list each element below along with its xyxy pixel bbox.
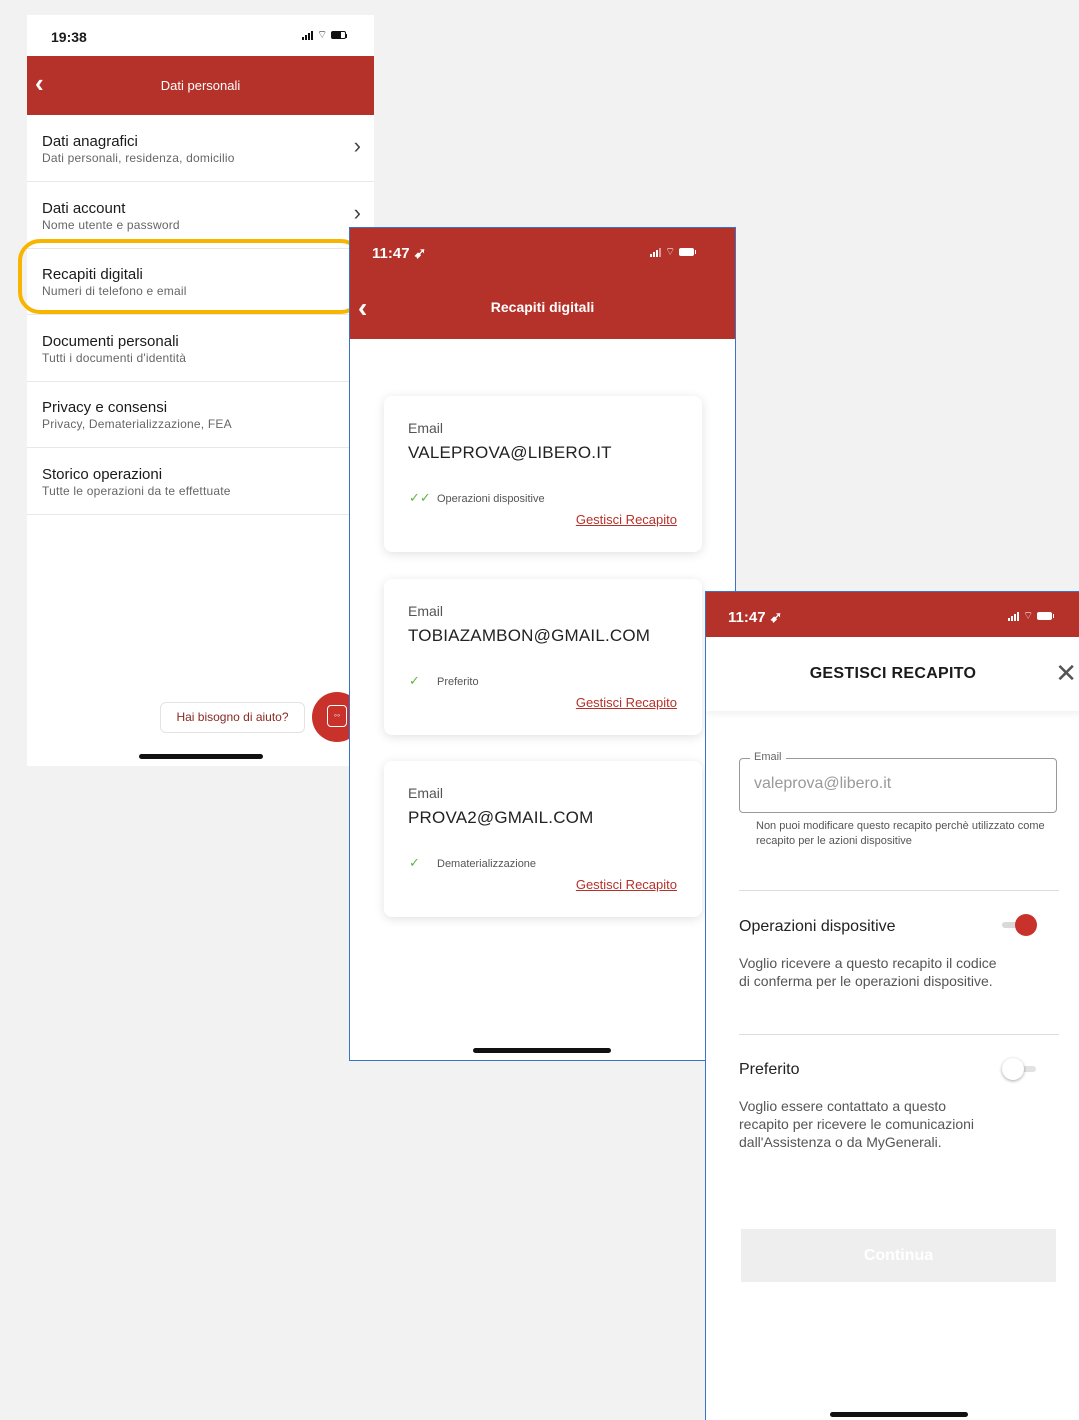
- home-indicator: [139, 754, 263, 759]
- wifi-icon: ⌔: [665, 246, 676, 258]
- nav-bar: 11:47 ➹ ⌔ ‹ Recapiti digitali: [350, 228, 735, 339]
- chevron-right-icon: ›: [353, 200, 361, 225]
- check-icon: ✓✓: [409, 490, 431, 505]
- card-tag: Operazioni dispositive: [437, 493, 545, 505]
- option-description: Voglio essere contattato a questo recapi…: [739, 1098, 974, 1150]
- chatbot-icon: ◦◦: [327, 705, 347, 727]
- status-time: 19:38: [51, 29, 87, 45]
- status-time: 11:47 ➹: [728, 609, 783, 626]
- contact-card: Email TOBIAZAMBON@GMAIL.COM ✓ Preferito …: [384, 579, 702, 735]
- menu-item-storico-operazioni[interactable]: Storico operazioni Tutte le operazioni d…: [27, 448, 374, 515]
- option-title: Preferito: [739, 1061, 800, 1078]
- contact-card: Email VALEPROVA@LIBERO.IT ✓✓ Operazioni …: [384, 396, 702, 552]
- manage-contact-link[interactable]: Gestisci Recapito: [576, 695, 677, 710]
- menu-item-title: Privacy e consensi: [42, 399, 168, 416]
- close-icon[interactable]: ✕: [1055, 660, 1077, 686]
- option-description: Voglio ricevere a questo recapito il cod…: [739, 955, 997, 989]
- wifi-icon: ⌔: [317, 29, 328, 41]
- email-hint: Non puoi modificare questo recapito perc…: [756, 820, 1045, 847]
- email-field[interactable]: Email: [739, 751, 1057, 813]
- wifi-icon: ⌔: [1023, 610, 1034, 622]
- option-title: Operazioni dispositive: [739, 918, 896, 935]
- card-label: Email: [408, 420, 444, 436]
- modal-title: GESTISCI RECAPITO: [809, 665, 977, 682]
- divider: [739, 890, 1059, 891]
- status-icons: ⌔: [650, 246, 697, 258]
- menu-item-subtitle: Dati personali, residenza, domicilio: [42, 151, 235, 165]
- card-email: PROVA2@GMAIL.COM: [408, 808, 594, 827]
- status-icons: ⌔: [302, 29, 348, 41]
- menu-item-title: Dati account: [42, 200, 126, 217]
- menu-item-subtitle: Tutte le operazioni da te effettuate: [42, 484, 231, 498]
- personal-data-screen: 19:38 ⌔ ‹ Dati personali Dati anagrafici…: [27, 15, 374, 766]
- menu-item-documenti-personali[interactable]: Documenti personali Tutti i documenti d'…: [27, 315, 374, 382]
- help-button[interactable]: Hai bisogno di aiuto?: [160, 702, 305, 733]
- contact-card: Email PROVA2@GMAIL.COM ✓ Dematerializzaz…: [384, 761, 702, 917]
- email-field-label: Email: [750, 751, 786, 763]
- menu-item-title: Storico operazioni: [42, 466, 163, 483]
- digital-contacts-screen: 11:47 ➹ ⌔ ‹ Recapiti digitali Email VALE…: [349, 227, 736, 1061]
- card-tag: Preferito: [437, 676, 479, 688]
- page-title: Recapiti digitali: [490, 299, 595, 315]
- status-time: 11:47 ➹: [372, 245, 427, 262]
- menu-item-title: Documenti personali: [42, 333, 179, 350]
- home-indicator: [830, 1412, 968, 1417]
- battery-icon: [1037, 612, 1055, 620]
- card-email: VALEPROVA@LIBERO.IT: [408, 443, 612, 462]
- card-tag: Dematerializzazione: [437, 858, 537, 870]
- signal-icon: [302, 30, 313, 40]
- card-label: Email: [408, 785, 444, 801]
- divider: [739, 1034, 1059, 1035]
- menu-item-dati-anagrafici[interactable]: Dati anagrafici Dati personali, residenz…: [27, 115, 374, 182]
- battery-icon: [679, 248, 697, 256]
- home-indicator: [473, 1048, 611, 1053]
- preferito-toggle[interactable]: [1002, 1058, 1038, 1080]
- signal-icon: [650, 247, 661, 257]
- operazioni-dispositive-toggle[interactable]: [1002, 914, 1038, 936]
- status-bar: 11:47 ➹ ⌔: [706, 592, 1079, 637]
- status-bar: 19:38 ⌔: [27, 15, 374, 56]
- modal-header: GESTISCI RECAPITO ✕: [706, 637, 1079, 711]
- highlight-frame: [18, 239, 363, 314]
- continue-button[interactable]: Continua: [741, 1229, 1056, 1282]
- menu-item-title: Dati anagrafici: [42, 133, 138, 150]
- menu-item-privacy-consensi[interactable]: Privacy e consensi Privacy, Dematerializ…: [27, 381, 374, 448]
- menu-item-subtitle: Nome utente e password: [42, 218, 180, 232]
- signal-icon: [1008, 611, 1019, 621]
- manage-contact-link[interactable]: Gestisci Recapito: [576, 877, 677, 892]
- nav-bar: ‹ Dati personali: [27, 56, 374, 115]
- manage-contact-link[interactable]: Gestisci Recapito: [576, 512, 677, 527]
- email-input[interactable]: [754, 775, 1044, 793]
- check-icon: ✓: [409, 673, 420, 688]
- battery-icon: [331, 31, 348, 39]
- card-email: TOBIAZAMBON@GMAIL.COM: [408, 626, 651, 645]
- chevron-right-icon: ›: [353, 133, 361, 158]
- menu-item-subtitle: Privacy, Dematerializzazione, FEA: [42, 417, 232, 431]
- card-label: Email: [408, 603, 444, 619]
- page-title: Dati personali: [160, 78, 241, 93]
- manage-contact-screen: 11:47 ➹ ⌔ GESTISCI RECAPITO ✕ Email Non …: [705, 591, 1079, 1420]
- check-icon: ✓: [409, 855, 420, 870]
- menu-item-subtitle: Tutti i documenti d'identità: [42, 351, 187, 365]
- status-icons: ⌔: [1008, 610, 1055, 622]
